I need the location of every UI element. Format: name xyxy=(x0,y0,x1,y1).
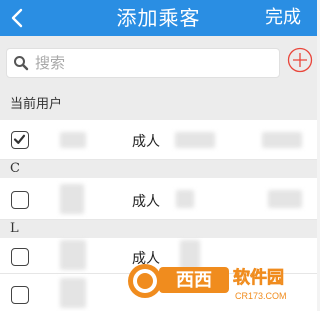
passenger-row[interactable]: 成人 xyxy=(0,178,317,220)
search-bar-area: 搜索 xyxy=(0,36,317,90)
passenger-checkbox[interactable] xyxy=(11,191,29,209)
svg-text:软件园: 软件园 xyxy=(233,267,284,287)
passenger-type: 成人 xyxy=(132,134,160,150)
section-header-l: L xyxy=(0,220,317,238)
passenger-type: 成人 xyxy=(132,194,160,210)
redacted-id xyxy=(262,132,302,148)
svg-text:西西: 西西 xyxy=(176,270,212,290)
passenger-checkbox[interactable] xyxy=(11,286,29,304)
redacted-name xyxy=(60,278,86,308)
search-input[interactable]: 搜索 xyxy=(6,48,280,78)
passenger-checkbox[interactable] xyxy=(11,248,29,266)
watermark: 西西 软件园 CR173.COM xyxy=(125,255,315,307)
redacted-id xyxy=(176,190,194,208)
redacted-id xyxy=(268,190,302,208)
redacted-name xyxy=(60,184,84,214)
redacted-name xyxy=(60,240,86,270)
passenger-checkbox-checked[interactable] xyxy=(11,131,29,149)
top-nav-bar: 添加乘客 完成 xyxy=(0,0,317,36)
search-icon xyxy=(14,56,29,71)
section-header-current-user: 当前用户 xyxy=(0,90,317,120)
add-passenger-button[interactable] xyxy=(287,47,313,73)
watermark-logo: 西西 软件园 CR173.COM xyxy=(128,264,287,301)
passenger-row[interactable]: 成人 xyxy=(0,120,317,160)
svg-text:CR173.COM: CR173.COM xyxy=(235,291,287,301)
redacted-id xyxy=(175,132,215,148)
search-placeholder: 搜索 xyxy=(35,54,66,72)
done-button[interactable]: 完成 xyxy=(265,0,301,36)
redacted-name xyxy=(60,132,86,148)
check-icon xyxy=(13,134,26,144)
section-header-c: C xyxy=(0,160,317,178)
